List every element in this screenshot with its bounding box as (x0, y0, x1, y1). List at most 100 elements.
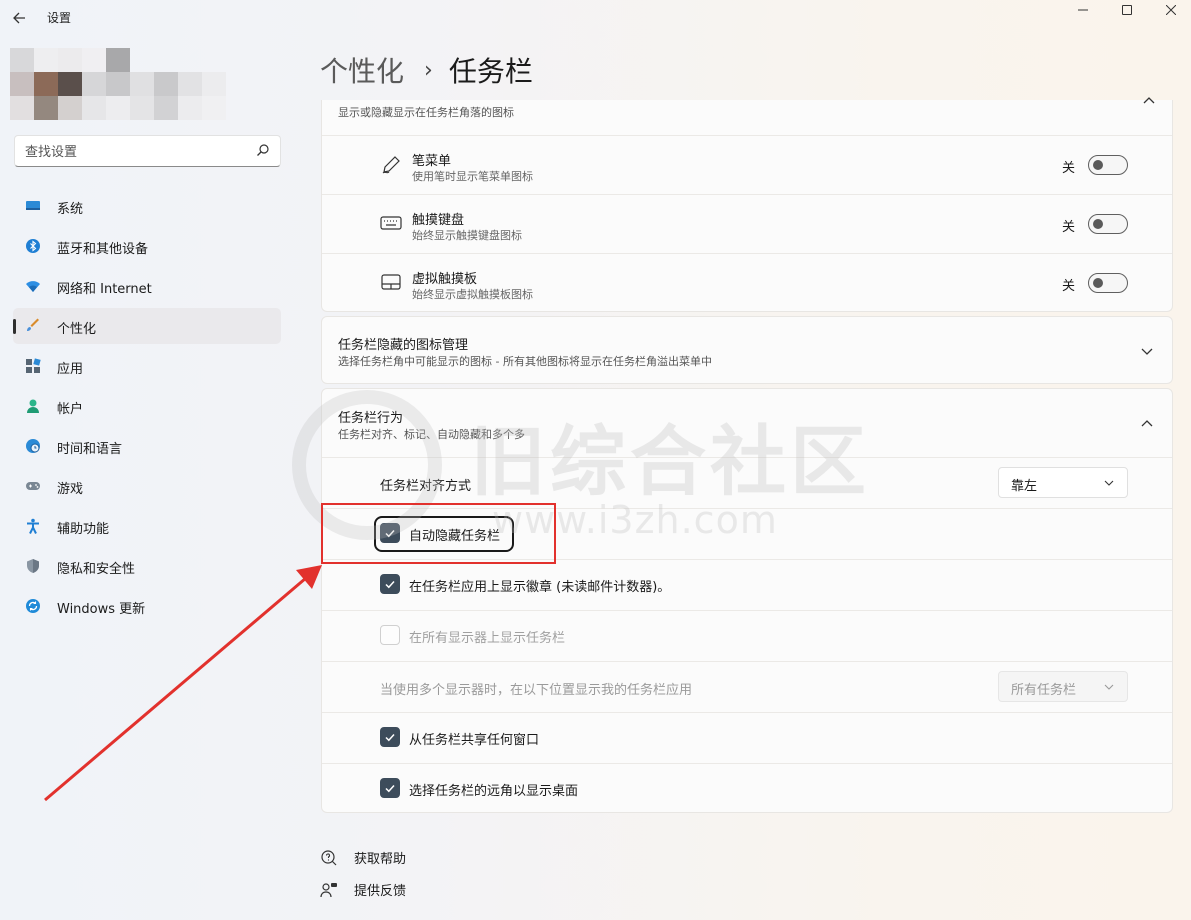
checkmark-icon (385, 580, 395, 589)
chevron-right-icon: › (424, 57, 433, 83)
behaviors-title: 任务栏行为 (338, 411, 404, 426)
far-corner-checkbox[interactable] (380, 778, 400, 798)
page-title: 任务栏 (448, 55, 533, 88)
sidebar-item-label: 蓝牙和其他设备 (57, 242, 149, 257)
sidebar-item-label: Windows 更新 (57, 602, 146, 617)
sidebar-item-accessibility[interactable]: 辅助功能 (13, 508, 281, 544)
far-corner-label[interactable]: 选择任务栏的远角以显示桌面 (409, 780, 578, 799)
help-icon (321, 849, 337, 865)
close-icon (1166, 5, 1176, 15)
maximize-button[interactable] (1104, 0, 1150, 20)
touch-keyboard-title: 触摸键盘 (412, 213, 465, 228)
multi-display-dropdown[interactable]: 所有任务栏 (998, 671, 1128, 702)
toggle-state-label: 关 (1062, 279, 1076, 294)
sidebar-item-label: 个性化 (57, 322, 97, 337)
feedback-icon (320, 882, 337, 897)
title-bar: 设置 (0, 0, 1191, 36)
chevron-down-icon[interactable] (1140, 344, 1154, 358)
alignment-dropdown[interactable]: 靠左 (998, 467, 1128, 498)
sidebar-item-label: 应用 (57, 362, 84, 377)
checkmark-icon (385, 784, 395, 793)
wifi-icon (26, 281, 40, 292)
breadcrumb-parent[interactable]: 个性化 (320, 50, 404, 90)
gamepad-icon (26, 482, 40, 490)
search-icon[interactable] (256, 143, 270, 157)
sidebar-item-label: 帐户 (57, 402, 84, 417)
minimize-button[interactable] (1060, 0, 1106, 20)
sidebar-item-apps[interactable]: 应用 (13, 348, 281, 384)
pen-menu-toggle[interactable] (1088, 155, 1128, 175)
badges-checkbox[interactable] (380, 574, 400, 594)
keyboard-icon (380, 216, 402, 230)
sidebar-item-label: 系统 (57, 202, 84, 217)
virtual-touchpad-title: 虚拟触摸板 (412, 272, 478, 287)
globe-clock-icon (26, 439, 40, 453)
toggle-state-label: 关 (1062, 220, 1076, 235)
sidebar-item-label: 游戏 (57, 482, 84, 497)
sidebar-item-privacy[interactable]: 隐私和安全性 (13, 548, 281, 584)
hidden-icons-desc: 选择任务栏角中可能显示的图标 - 所有其他图标将显示在任务栏角溢出菜单中 (338, 355, 712, 368)
divider (322, 712, 1172, 713)
arrow-left-icon (13, 12, 25, 24)
behaviors-desc: 任务栏对齐、标记、自动隐藏和多个多 (338, 428, 525, 441)
get-help-link[interactable]: 获取帮助 (320, 848, 406, 867)
pen-menu-title: 笔菜单 (412, 154, 452, 169)
divider (322, 763, 1172, 764)
badges-label[interactable]: 在任务栏应用上显示徽章 (未读邮件计数器)。 (409, 576, 670, 595)
monitor-icon (26, 201, 40, 210)
bluetooth-icon (26, 239, 40, 253)
virtual-touchpad-toggle[interactable] (1088, 273, 1128, 293)
maximize-icon (1122, 5, 1132, 15)
sidebar-item-accounts[interactable]: 帐户 (13, 388, 281, 424)
multi-display-label: 当使用多个显示器时，在以下位置显示我的任务栏应用 (380, 683, 693, 698)
checkmark-icon (385, 733, 395, 742)
sidebar-item-gaming[interactable]: 游戏 (13, 468, 281, 504)
sidebar-item-windows-update[interactable]: Windows 更新 (13, 588, 281, 624)
sidebar-item-time-language[interactable]: 时间和语言 (13, 428, 281, 464)
divider (322, 610, 1172, 611)
toggle-knob (1093, 278, 1103, 288)
shield-icon (27, 559, 39, 573)
update-icon (26, 599, 40, 613)
sidebar-item-network[interactable]: 网络和 Internet (13, 268, 281, 304)
app-title: 设置 (47, 11, 72, 25)
accessibility-icon (27, 518, 39, 534)
sidebar-item-label: 隐私和安全性 (57, 562, 136, 577)
chevron-down-icon (1104, 684, 1114, 690)
back-button[interactable] (12, 8, 30, 28)
highlight-box (321, 503, 556, 564)
share-window-checkbox[interactable] (380, 727, 400, 747)
touch-keyboard-toggle[interactable] (1088, 214, 1128, 234)
sidebar-item-personalization[interactable]: 个性化 (13, 308, 281, 344)
hidden-icons-card[interactable]: 任务栏隐藏的图标管理 选择任务栏角中可能显示的图标 - 所有其他图标将显示在任务… (321, 316, 1173, 384)
sidebar-item-bluetooth[interactable]: 蓝牙和其他设备 (13, 228, 281, 264)
touchpad-icon (381, 274, 401, 290)
feedback-link[interactable]: 提供反馈 (320, 880, 406, 899)
chevron-up-icon[interactable] (1140, 417, 1154, 431)
sidebar-item-label: 网络和 Internet (57, 282, 152, 297)
sidebar-item-system[interactable]: 系统 (13, 188, 281, 224)
search-input[interactable] (25, 142, 245, 162)
sidebar-nav: 系统 蓝牙和其他设备 网络和 Internet 个性化 应用 帐户 时间和语言 … (13, 188, 281, 628)
brush-icon (27, 318, 39, 331)
touch-keyboard-desc: 始终显示触摸键盘图标 (412, 229, 522, 242)
divider (322, 253, 1172, 254)
taskbar-behaviors-card: 任务栏行为 任务栏对齐、标记、自动隐藏和多个多 任务栏对齐方式 靠左 自动隐藏任… (321, 388, 1173, 813)
alignment-value: 靠左 (1011, 479, 1038, 494)
divider (322, 194, 1172, 195)
all-displays-checkbox[interactable] (380, 625, 400, 645)
divider (322, 457, 1172, 458)
divider (322, 661, 1172, 662)
hidden-icons-title: 任务栏隐藏的图标管理 (338, 338, 469, 353)
share-window-label[interactable]: 从任务栏共享任何窗口 (409, 729, 539, 748)
apps-icon (26, 358, 41, 373)
close-button[interactable] (1148, 0, 1191, 20)
chevron-up-icon[interactable] (1142, 94, 1156, 108)
pen-menu-desc: 使用笔时显示笔菜单图标 (412, 170, 533, 183)
corner-icons-desc: 显示或隐藏显示在任务栏角落的图标 (338, 106, 514, 119)
avatar[interactable] (10, 48, 230, 123)
search-box[interactable] (14, 135, 281, 167)
corner-icons-card: 显示或隐藏显示在任务栏角落的图标 笔菜单 使用笔时显示笔菜单图标 关 触摸键盘 … (321, 97, 1173, 312)
breadcrumb: 个性化 › 任务栏 (320, 50, 533, 90)
toggle-knob (1093, 219, 1103, 229)
